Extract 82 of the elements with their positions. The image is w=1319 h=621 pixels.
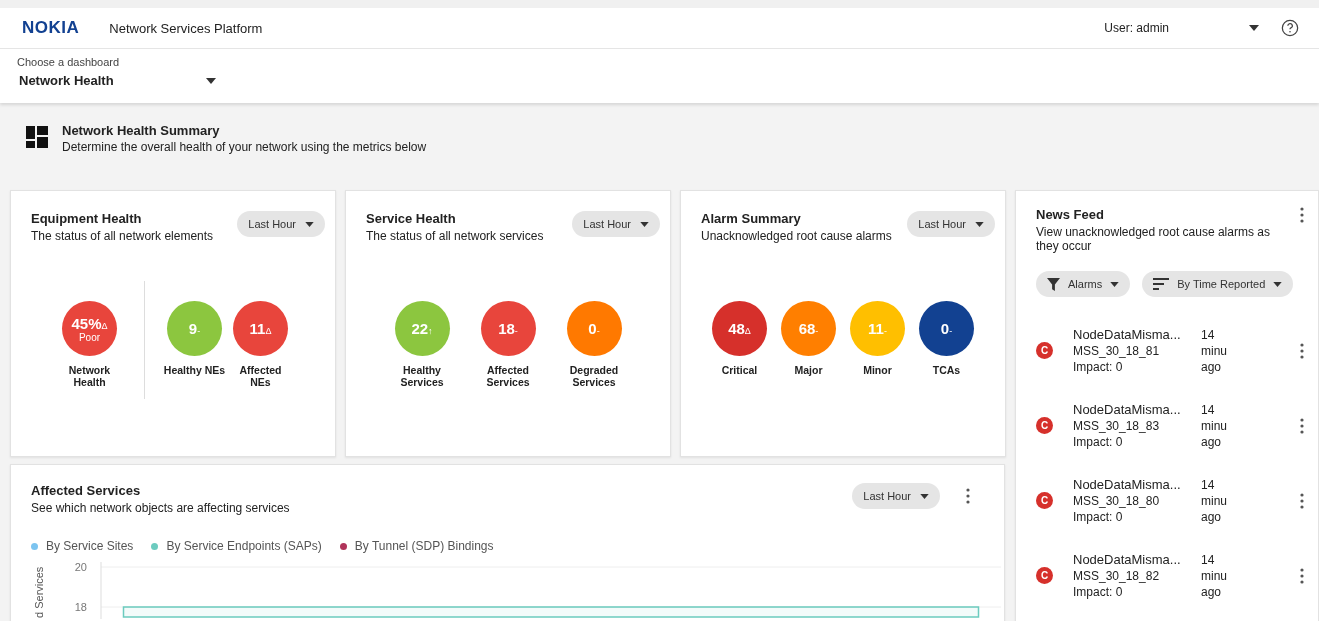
metric-label: Major xyxy=(793,364,824,376)
user-menu[interactable]: User: admin xyxy=(1104,21,1169,35)
card-subtitle: View unacknowledged root cause alarms as they occur xyxy=(1036,225,1271,253)
legend-label[interactable]: By Service Sites xyxy=(46,539,134,553)
card-subtitle: The status of all network elements xyxy=(31,229,214,243)
severity-badge: C xyxy=(1036,567,1053,584)
metric-label: Healthy NEs xyxy=(162,364,227,376)
sort-icon xyxy=(1153,278,1170,290)
caret-icon xyxy=(1273,281,1283,287)
card-title: Affected Services xyxy=(31,483,142,498)
more-icon[interactable] xyxy=(1300,342,1304,359)
alarm-title[interactable]: NodeDataMisma... xyxy=(1073,477,1201,492)
alarm-object: MSS_30_18_80 xyxy=(1073,494,1161,508)
period-dropdown[interactable]: Last Hour xyxy=(907,211,995,237)
metric-label: Healthy Services xyxy=(399,364,445,388)
card-title: News Feed xyxy=(1036,207,1105,222)
severity-badge: C xyxy=(1036,417,1053,434)
app-title: Network Services Platform xyxy=(109,20,263,36)
metric-circle[interactable]: 45%Δ Poor xyxy=(62,301,117,356)
help-icon[interactable] xyxy=(1281,19,1299,37)
dashboard-select[interactable]: Network Health xyxy=(17,73,216,88)
metric-label: Critical xyxy=(720,364,759,376)
caret-icon[interactable] xyxy=(1249,25,1259,31)
metric-label: Degraded Services xyxy=(568,364,620,388)
more-icon[interactable] xyxy=(1300,207,1304,223)
alarm-impact: Impact: 0 xyxy=(1073,360,1124,374)
caret-icon xyxy=(205,77,216,84)
alarm-impact: Impact: 0 xyxy=(1073,435,1124,449)
metric-label: Affected NEs xyxy=(238,364,283,388)
alarm-impact: Impact: 0 xyxy=(1073,585,1124,599)
alarm-time: 14 minu ago xyxy=(1201,401,1228,450)
filter-icon xyxy=(1047,277,1060,291)
metric-circle[interactable]: 0- xyxy=(919,301,974,356)
sort-dropdown[interactable]: By Time Reported xyxy=(1142,271,1294,297)
caret-icon xyxy=(975,221,984,227)
summary-title: Network Health Summary xyxy=(62,123,221,138)
caret-icon xyxy=(920,493,929,499)
caret-icon xyxy=(1110,281,1120,287)
alarm-title[interactable]: NodeDataMisma... xyxy=(1073,327,1201,342)
severity-badge: C xyxy=(1036,492,1053,509)
alarm-time: 14 minu ago xyxy=(1201,551,1228,600)
more-icon[interactable] xyxy=(1300,417,1304,434)
alarm-time: 14 minu ago xyxy=(1201,476,1228,525)
metric-label: TCAs xyxy=(931,364,962,376)
alarm-title[interactable]: NodeDataMisma... xyxy=(1073,552,1201,567)
caret-icon xyxy=(305,221,314,227)
card-subtitle: See which network objects are affecting services xyxy=(31,501,290,515)
summary-subtitle: Determine the overall health of your network using the metrics below xyxy=(62,140,427,154)
legend-label[interactable]: By Tunnel (SDP) Bindings xyxy=(354,539,494,553)
metric-label: Network Health xyxy=(67,364,112,388)
metric-circle[interactable]: 11Δ xyxy=(233,301,288,356)
alarm-impact: Impact: 0 xyxy=(1073,510,1124,524)
alarm-object: MSS_30_18_82 xyxy=(1073,569,1161,583)
alarm-object: MSS_30_18_83 xyxy=(1073,419,1161,433)
card-subtitle: Unacknowledged root cause alarms xyxy=(701,229,892,243)
tick-label: 18 xyxy=(74,601,87,613)
chooser-label: Choose a dashboard xyxy=(17,56,121,68)
period-dropdown[interactable]: Last Hour xyxy=(852,483,940,509)
axis-label: d Services xyxy=(33,566,45,618)
logo[interactable]: NOKIA xyxy=(22,18,80,38)
metric-circle[interactable]: 18- xyxy=(480,301,536,356)
filter-dropdown[interactable]: Alarms xyxy=(1036,271,1131,297)
alarm-title[interactable]: NodeDataMisma... xyxy=(1073,402,1201,417)
dashboard-icon xyxy=(26,126,48,148)
legend-label[interactable]: By Service Endpoints (SAPs) xyxy=(166,539,322,553)
period-dropdown[interactable]: Last Hour xyxy=(237,211,325,237)
card-title: Service Health xyxy=(366,211,457,226)
more-icon[interactable] xyxy=(1300,492,1304,509)
metric-label: Affected Services xyxy=(485,364,531,388)
card-title: Equipment Health xyxy=(31,211,143,226)
alarm-object: MSS_30_18_81 xyxy=(1073,344,1161,358)
alarm-time: 14 minu ago xyxy=(1201,326,1228,375)
metric-circle[interactable]: 48Δ xyxy=(712,301,767,356)
card-title: Alarm Summary xyxy=(701,211,802,226)
caret-icon xyxy=(640,221,649,227)
severity-badge: C xyxy=(1036,342,1053,359)
more-icon[interactable] xyxy=(1300,567,1304,584)
period-dropdown[interactable]: Last Hour xyxy=(572,211,660,237)
metric-label: Minor xyxy=(862,364,893,376)
card-subtitle: The status of all network services xyxy=(366,229,544,243)
more-icon[interactable] xyxy=(966,488,970,504)
tick-label: 20 xyxy=(74,561,87,573)
